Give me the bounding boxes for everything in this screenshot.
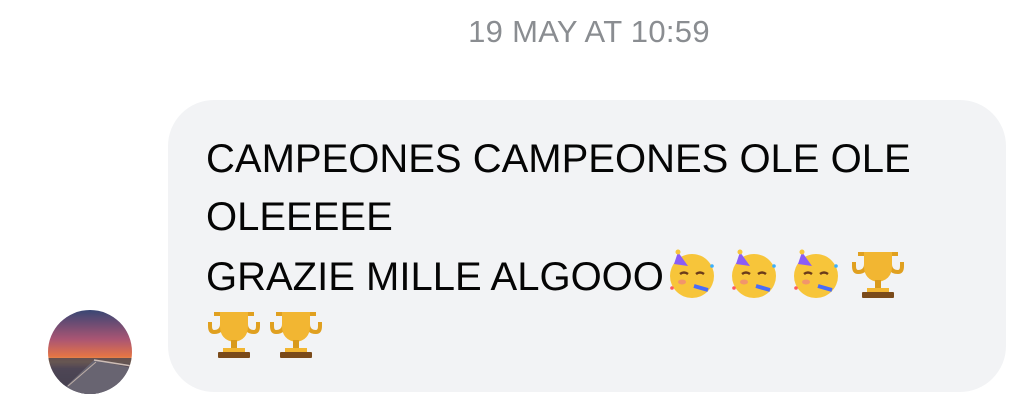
trophy-emoji-icon [206, 306, 262, 362]
sender-avatar[interactable] [48, 310, 132, 394]
message-text: GRAZIE MILLE ALGOOO [206, 255, 664, 299]
message-bubble[interactable]: CAMPEONES CAMPEONES OLE OLE OLEEEEE GRAZ… [168, 100, 1006, 392]
partying-face-emoji-icon [788, 246, 844, 302]
message-line: CAMPEONES CAMPEONES OLE OLE [206, 137, 911, 181]
message-timestamp: 19 MAY AT 10:59 [468, 14, 710, 49]
trophy-emoji-icon [268, 306, 324, 362]
sunset-pier-photo-icon [48, 310, 132, 394]
message-line: OLEEEEE [206, 195, 393, 239]
message-thread: 19 MAY AT 10:59 CAMPEONES CAMPEONES OLE … [0, 0, 1026, 414]
partying-face-emoji-icon [664, 246, 720, 302]
message-line [206, 306, 968, 366]
partying-face-emoji-icon [726, 246, 782, 302]
message-line: GRAZIE MILLE ALGOOO [206, 246, 968, 306]
trophy-emoji-icon [850, 246, 906, 302]
